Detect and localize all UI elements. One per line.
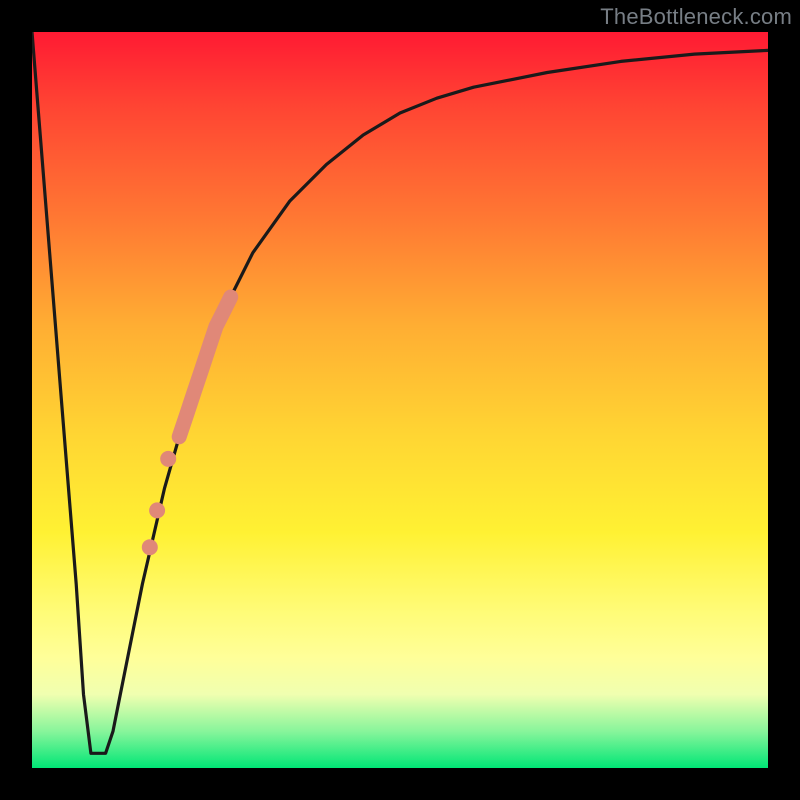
curve-svg	[32, 32, 768, 768]
watermark-text: TheBottleneck.com	[600, 4, 792, 30]
highlight-dot	[142, 539, 158, 555]
highlight-dot	[149, 502, 165, 518]
highlight-dots	[142, 451, 176, 555]
plot-area	[32, 32, 768, 768]
chart-frame: TheBottleneck.com	[0, 0, 800, 800]
highlight-band	[179, 297, 231, 437]
bottleneck-curve	[32, 32, 768, 753]
highlight-dot	[160, 451, 176, 467]
